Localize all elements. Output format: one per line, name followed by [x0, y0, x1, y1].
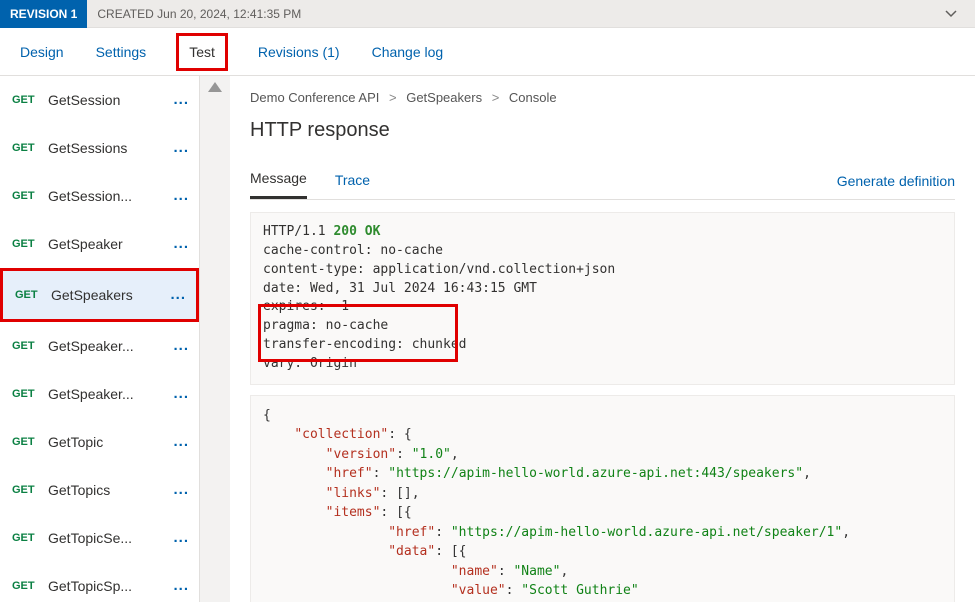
op-method: GET — [12, 388, 42, 400]
generate-definition-link[interactable]: Generate definition — [837, 173, 955, 189]
op-method: GET — [15, 289, 45, 301]
op-getspeaker-trunc1[interactable]: GET GetSpeaker... ... — [0, 322, 199, 370]
bc-page: Console — [509, 90, 557, 105]
op-name: GetSession — [48, 92, 169, 108]
http-header: pragma: no-cache — [263, 317, 942, 336]
op-gettopics[interactable]: GET GetTopics ... — [0, 466, 199, 514]
http-header: cache-control: no-cache — [263, 242, 942, 261]
op-gettopic[interactable]: GET GetTopic ... — [0, 418, 199, 466]
op-name: GetSessions — [48, 140, 169, 156]
bc-sep: > — [389, 90, 397, 105]
op-gettopicse[interactable]: GET GetTopicSe... ... — [0, 514, 199, 562]
more-icon[interactable]: ... — [173, 187, 189, 204]
op-method: GET — [12, 142, 42, 154]
sub-tab-trace[interactable]: Trace — [335, 164, 370, 198]
revision-created: CREATED Jun 20, 2024, 12:41:35 PM — [97, 7, 301, 21]
op-method: GET — [12, 484, 42, 496]
http-proto: HTTP/1.1 — [263, 224, 333, 239]
bc-op[interactable]: GetSpeakers — [406, 90, 482, 105]
operations-sidebar: GET GetSession ... GET GetSessions ... G… — [0, 76, 200, 602]
test-highlight-box: Test — [176, 33, 228, 71]
tabs-row: Design Settings Test Revisions (1) Chang… — [0, 28, 975, 76]
main-panel: Demo Conference API > GetSpeakers > Cons… — [230, 76, 975, 602]
more-icon[interactable]: ... — [173, 139, 189, 156]
bc-api[interactable]: Demo Conference API — [250, 90, 379, 105]
bc-sep: > — [492, 90, 500, 105]
sub-tabs: Message Trace Generate definition — [250, 162, 955, 200]
op-getspeaker-trunc2[interactable]: GET GetSpeaker... ... — [0, 370, 199, 418]
tab-test[interactable]: Test — [187, 38, 217, 66]
op-name: GetTopic — [48, 434, 169, 450]
selected-highlight-box: GET GetSpeakers ... — [0, 268, 199, 322]
json-line: { — [263, 408, 271, 423]
op-name: GetTopics — [48, 482, 169, 498]
http-header: vary: Origin — [263, 355, 942, 374]
op-getsessions[interactable]: GET GetSessions ... — [0, 124, 199, 172]
more-icon[interactable]: ... — [173, 433, 189, 450]
op-method: GET — [12, 238, 42, 250]
op-method: GET — [12, 94, 42, 106]
tab-revisions[interactable]: Revisions (1) — [256, 38, 342, 66]
op-getsession[interactable]: GET GetSession ... — [0, 76, 199, 124]
http-header: expires: -1 — [263, 298, 942, 317]
scroll-up-icon[interactable] — [208, 82, 222, 92]
more-icon[interactable]: ... — [173, 337, 189, 354]
more-icon[interactable]: ... — [173, 91, 189, 108]
page-title: HTTP response — [250, 119, 955, 142]
op-name: GetSpeaker... — [48, 386, 169, 402]
http-header: date: Wed, 31 Jul 2024 16:43:15 GMT — [263, 280, 942, 299]
more-icon[interactable]: ... — [173, 235, 189, 252]
op-name: GetSpeaker — [48, 236, 169, 252]
op-method: GET — [12, 340, 42, 352]
chevron-down-icon[interactable] — [945, 6, 957, 21]
op-method: GET — [12, 532, 42, 544]
breadcrumb: Demo Conference API > GetSpeakers > Cons… — [250, 90, 955, 105]
revision-created-label: CREATED — [97, 7, 153, 21]
revision-bar: REVISION 1 CREATED Jun 20, 2024, 12:41:3… — [0, 0, 975, 28]
op-name: GetSession... — [48, 188, 169, 204]
op-method: GET — [12, 190, 42, 202]
op-method: GET — [12, 436, 42, 448]
op-getsession-trunc[interactable]: GET GetSession... ... — [0, 172, 199, 220]
revision-badge: REVISION 1 — [0, 0, 87, 28]
op-gettopicsp[interactable]: GET GetTopicSp... ... — [0, 562, 199, 602]
more-icon[interactable]: ... — [173, 577, 189, 594]
http-status: 200 OK — [333, 224, 380, 239]
op-name: GetTopicSp... — [48, 578, 169, 594]
tab-settings[interactable]: Settings — [94, 38, 149, 66]
op-name: GetSpeakers — [51, 287, 166, 303]
op-getspeakers[interactable]: GET GetSpeakers ... — [3, 271, 196, 319]
http-headers-block: HTTP/1.1 200 OK cache-control: no-cache … — [250, 212, 955, 385]
http-header: content-type: application/vnd.collection… — [263, 261, 942, 280]
op-name: GetSpeaker... — [48, 338, 169, 354]
http-header: transfer-encoding: chunked — [263, 336, 942, 355]
revision-created-value: Jun 20, 2024, 12:41:35 PM — [157, 7, 301, 21]
op-method: GET — [12, 580, 42, 592]
op-getspeaker[interactable]: GET GetSpeaker ... — [0, 220, 199, 268]
more-icon[interactable]: ... — [173, 385, 189, 402]
sub-tab-message[interactable]: Message — [250, 162, 307, 199]
more-icon[interactable]: ... — [173, 481, 189, 498]
tab-design[interactable]: Design — [18, 38, 66, 66]
tab-changelog[interactable]: Change log — [370, 38, 446, 66]
more-icon[interactable]: ... — [170, 286, 186, 303]
more-icon[interactable]: ... — [173, 529, 189, 546]
sidebar-scroll[interactable] — [200, 76, 230, 602]
op-name: GetTopicSe... — [48, 530, 169, 546]
http-body-block: { "collection": { "version": "1.0", "hre… — [250, 395, 955, 602]
